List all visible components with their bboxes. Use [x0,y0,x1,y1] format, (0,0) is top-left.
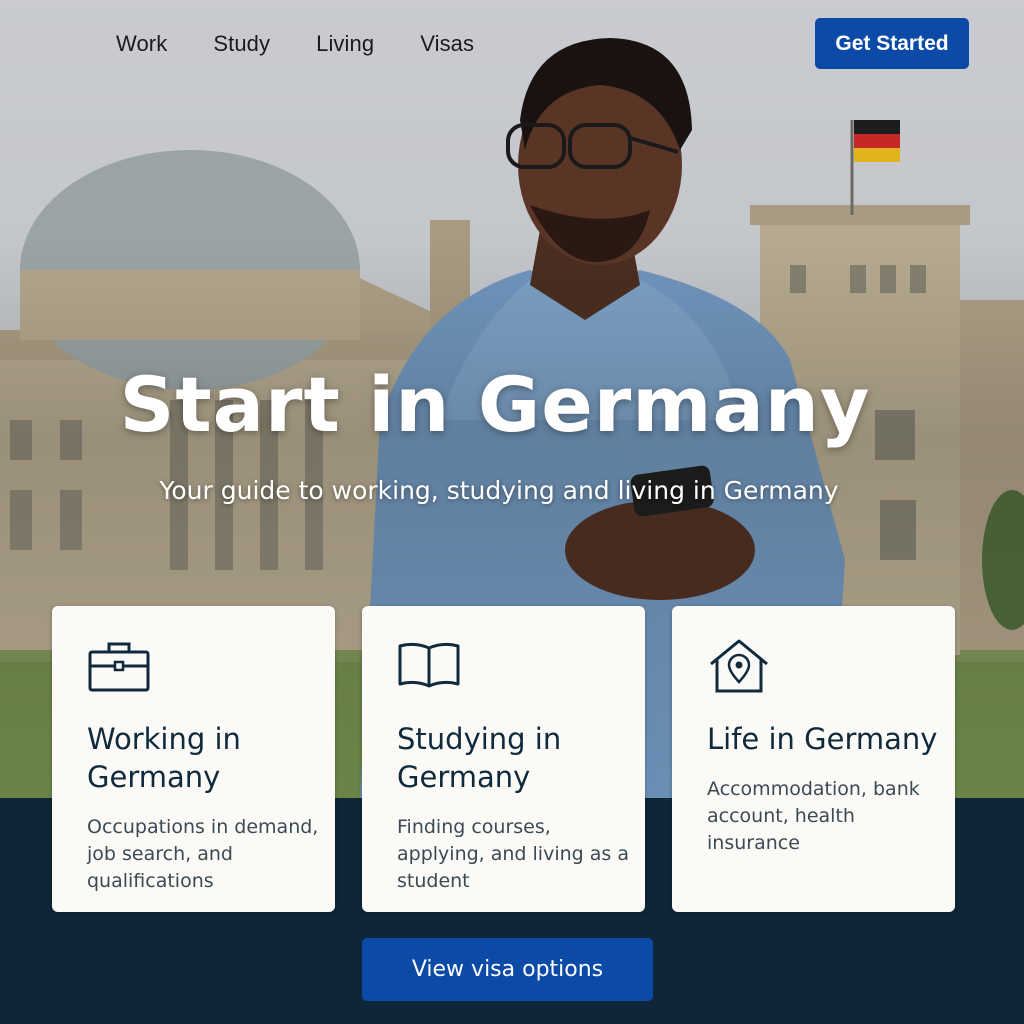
card-description: Finding courses, applying, and living as… [397,816,629,892]
view-visa-options-button[interactable]: View visa options [362,938,653,1001]
card-title: Working in Germany [87,722,241,794]
get-started-button[interactable]: Get Started [815,18,969,69]
card-working[interactable]: Working in Germany Occupations in demand… [52,606,335,912]
card-living[interactable]: Life in Germany Accommodation, bank acco… [672,606,955,912]
top-navigation: Work Study Living Visas Get Started [0,0,1024,90]
open-book-icon [398,642,460,688]
card-description: Accommodation, bank account, health insu… [707,778,920,854]
card-description: Occupations in demand, job search, and q… [87,816,319,892]
card-studying[interactable]: Studying in Germany Finding courses, app… [362,606,645,912]
nav-link-visas[interactable]: Visas [420,31,474,57]
nav-links: Work Study Living Visas [116,31,520,57]
nav-link-work[interactable]: Work [116,31,167,57]
nav-link-study[interactable]: Study [213,31,270,57]
briefcase-icon [88,642,150,692]
house-location-icon [710,639,768,693]
page-subtitle: Your guide to working, studying and livi… [159,476,839,505]
card-title: Studying in Germany [397,722,562,794]
card-title: Life in Germany [707,722,938,756]
nav-link-living[interactable]: Living [316,31,374,57]
page-title: Start in Germany [119,360,871,449]
